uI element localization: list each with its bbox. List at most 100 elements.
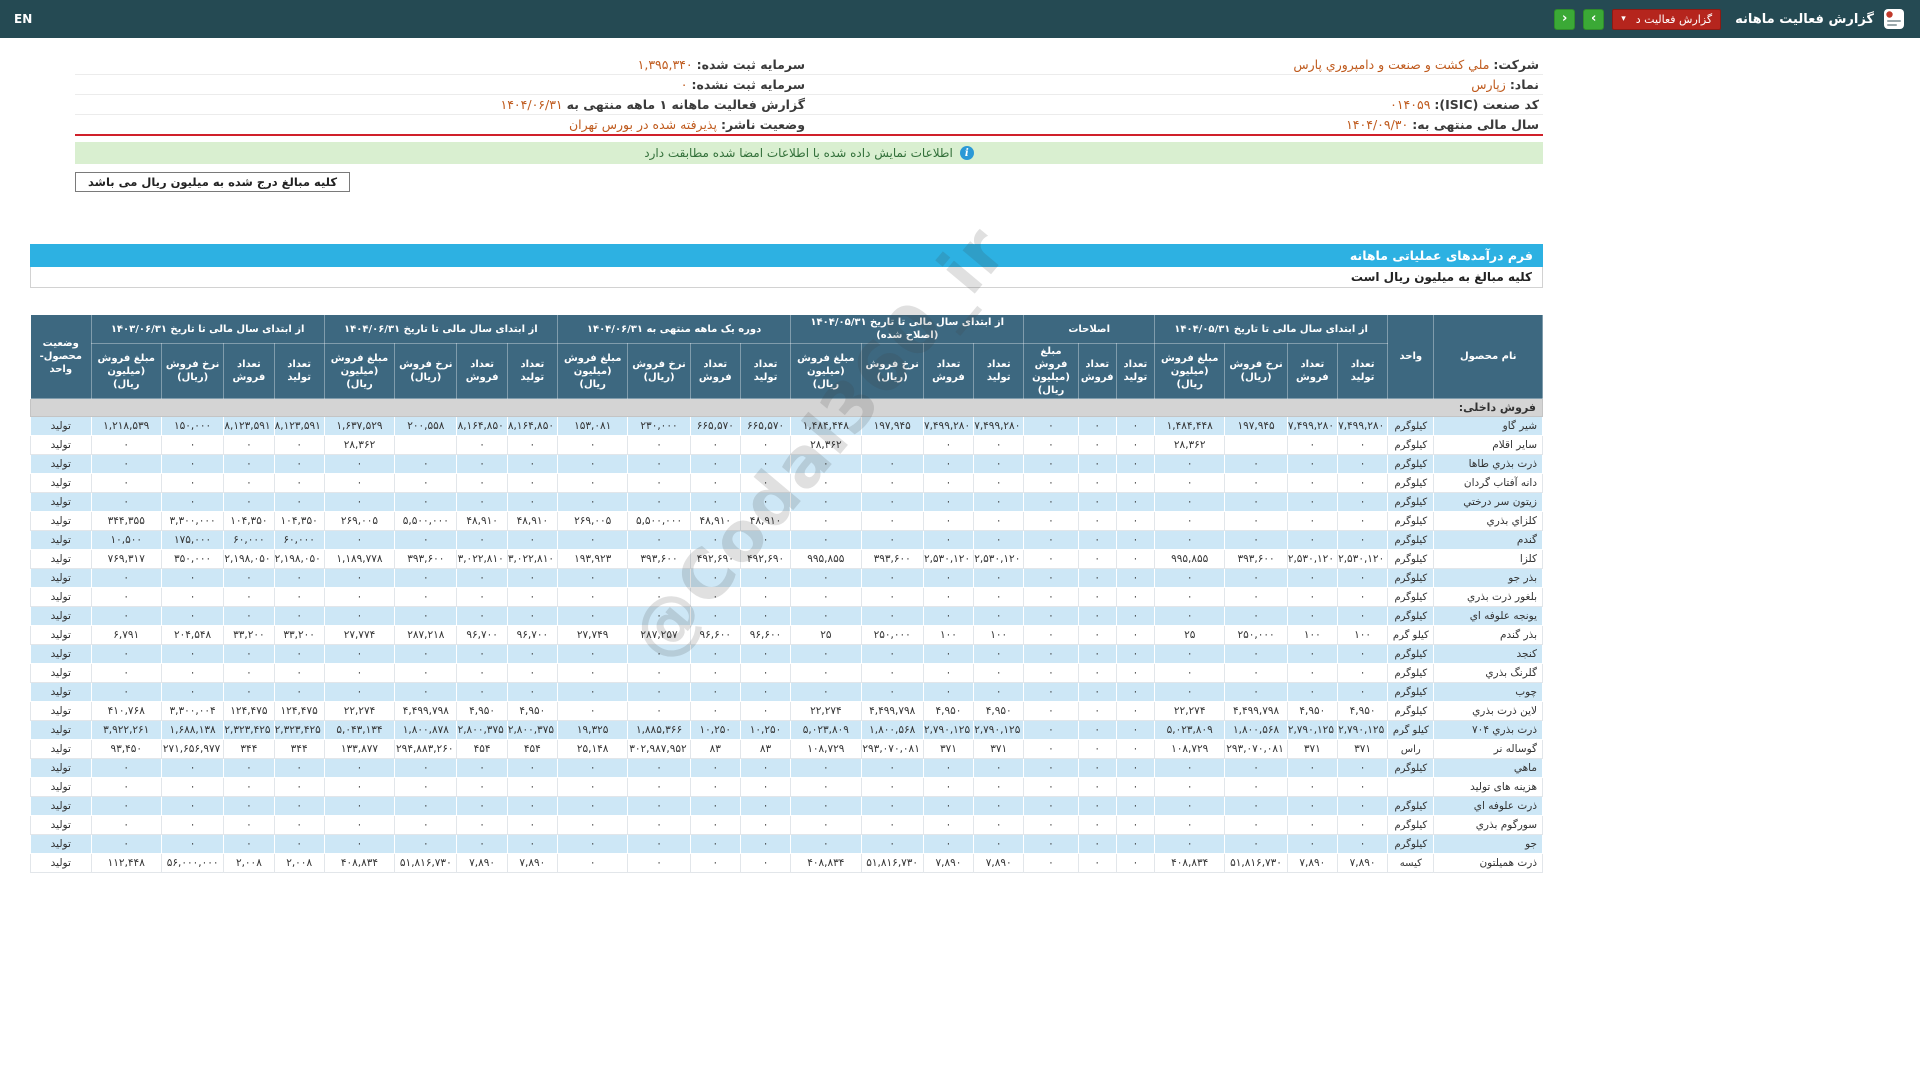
product-status-cell: تولید — [31, 702, 92, 721]
product-status-cell: تولید — [31, 493, 92, 512]
value-cell: ۰ — [1024, 797, 1078, 816]
company-info-row: کد صنعت (ISIC): ۰۱۴۰۵۹ گزارش فعالیت ماها… — [75, 95, 1543, 115]
value-cell: ۰ — [791, 607, 861, 626]
product-name-cell: دانه آفتاب گردان — [1434, 474, 1543, 493]
product-unit-cell: کیلوگرم — [1388, 531, 1434, 550]
info-value: ملي کشت و صنعت و دامپروري پارس — [1293, 57, 1489, 72]
value-cell: ۰ — [791, 455, 861, 474]
value-cell: ۰ — [1024, 683, 1078, 702]
value-cell: ۰ — [1078, 702, 1116, 721]
value-cell: ۰ — [507, 455, 557, 474]
value-cell: ۷,۸۹۰ — [457, 854, 507, 873]
value-cell: ۰ — [974, 778, 1024, 797]
section-row: فروش داخلی: — [31, 399, 1543, 417]
company-info-row: شرکت: ملي کشت و صنعت و دامپروري پارس سرم… — [75, 55, 1543, 75]
value-cell: ۰ — [1155, 778, 1225, 797]
info-label: نماد: — [1510, 77, 1539, 92]
table-row: ذرت بذري ۷۰۴کیلو گرم۲,۷۹۰,۱۲۵۲,۷۹۰,۱۲۵۱,… — [31, 721, 1543, 740]
value-cell: ۰ — [274, 683, 324, 702]
value-cell: ۰ — [1287, 493, 1337, 512]
chevron-right-icon: › — [1591, 11, 1596, 26]
value-cell: ۰ — [1225, 512, 1287, 531]
next-report-button[interactable]: › — [1583, 9, 1604, 30]
value-cell: ۴۰۸,۸۳۴ — [1155, 854, 1225, 873]
value-cell: ۰ — [740, 474, 790, 493]
value-cell: ۰ — [457, 816, 507, 835]
value-cell: ۰ — [740, 645, 790, 664]
product-column-header: نام محصول — [1434, 315, 1543, 399]
value-cell: ۰ — [628, 645, 690, 664]
value-cell: ۰ — [1155, 455, 1225, 474]
value-cell: ۰ — [395, 588, 457, 607]
info-value: ۰۱۴۰۵۹ — [1390, 97, 1430, 112]
value-cell: ۰ — [740, 664, 790, 683]
value-cell: ۲,۰۰۸ — [274, 854, 324, 873]
value-cell: ۰ — [1287, 607, 1337, 626]
sub-column-header: نرخ فروش (ریال) — [161, 344, 223, 399]
value-cell: ۰ — [274, 607, 324, 626]
period-group-header: از ابتدای سال مالی تا تاریخ ۱۴۰۴/۰۵/۳۱ — [1155, 315, 1388, 344]
value-cell: ۳۹۳,۶۰۰ — [1225, 550, 1287, 569]
value-cell: ۰ — [395, 778, 457, 797]
value-cell: ۰ — [690, 816, 740, 835]
value-cell: ۰ — [1287, 512, 1337, 531]
value-cell: ۰ — [791, 493, 861, 512]
table-row: ذرت همیلتونکیسه۷,۸۹۰۷,۸۹۰۵۱,۸۱۶,۷۳۰۴۰۸,۸… — [31, 854, 1543, 873]
value-cell: ۳۳,۲۰۰ — [274, 626, 324, 645]
value-cell: ۰ — [740, 778, 790, 797]
language-toggle-en[interactable]: EN — [14, 12, 32, 26]
value-cell: ۰ — [690, 588, 740, 607]
value-cell: ۱۲۴,۴۷۵ — [224, 702, 274, 721]
value-cell: ۰ — [224, 436, 274, 455]
value-cell: ۳,۳۰۰,۰۰۴ — [161, 702, 223, 721]
info-value: پذيرفته شده در بورس تهران — [569, 117, 717, 132]
value-cell: ۰ — [324, 759, 394, 778]
sub-column-header: تعداد فروش — [224, 344, 274, 399]
value-cell: ۰ — [791, 835, 861, 854]
value-cell: ۰ — [861, 531, 923, 550]
period-group-header: از ابتدای سال مالی تا تاریخ ۱۴۰۴/۰۶/۳۱ — [324, 315, 557, 344]
value-cell: ۰ — [274, 797, 324, 816]
value-cell: ۰ — [1225, 778, 1287, 797]
value-cell: ۲,۵۳۰,۱۲۰ — [1287, 550, 1337, 569]
value-cell: ۰ — [740, 569, 790, 588]
value-cell: ۰ — [557, 455, 627, 474]
value-cell: ۰ — [395, 569, 457, 588]
value-cell: ۰ — [791, 474, 861, 493]
product-name-cell: ماهي — [1434, 759, 1543, 778]
value-cell: ۰ — [161, 569, 223, 588]
product-name-cell: کلزاي بذري — [1434, 512, 1543, 531]
value-cell: ۱۰۰ — [974, 626, 1024, 645]
value-cell: ۰ — [1287, 683, 1337, 702]
value-cell: ۰ — [690, 607, 740, 626]
report-type-dropdown[interactable]: گزارش فعالیت د ▾ — [1612, 9, 1721, 30]
value-cell: ۰ — [740, 683, 790, 702]
value-cell: ۰ — [628, 664, 690, 683]
product-unit-cell: کیلوگرم — [1388, 512, 1434, 531]
value-cell: ۰ — [923, 664, 973, 683]
value-cell: ۰ — [224, 778, 274, 797]
value-cell: ۲۰۰,۵۵۸ — [395, 417, 457, 436]
value-cell: ۰ — [91, 664, 161, 683]
section-label: فروش داخلی: — [31, 399, 1543, 417]
value-cell: ۰ — [1078, 778, 1116, 797]
value-cell: ۳۰۲,۹۸۷,۹۵۲ — [628, 740, 690, 759]
value-cell: ۰ — [1116, 854, 1154, 873]
product-name-cell: گوساله نر — [1434, 740, 1543, 759]
value-cell: ۰ — [690, 702, 740, 721]
value-cell: ۲۰۴,۵۴۸ — [161, 626, 223, 645]
info-label: گزارش فعالیت ماهانه ۱ ماهه منتهی به — [567, 97, 805, 112]
product-name-cell: کلزا — [1434, 550, 1543, 569]
value-cell: ۰ — [740, 797, 790, 816]
value-cell: ۰ — [861, 759, 923, 778]
value-cell: ۰ — [628, 797, 690, 816]
previous-report-button[interactable]: ‹ — [1554, 9, 1575, 30]
product-name-cell: ذرت علوفه اي — [1434, 797, 1543, 816]
value-cell: ۰ — [91, 683, 161, 702]
value-cell: ۱۲۴,۴۷۵ — [274, 702, 324, 721]
product-name-cell: چوب — [1434, 683, 1543, 702]
value-cell: ۰ — [1155, 531, 1225, 550]
value-cell: ۰ — [1337, 531, 1387, 550]
product-unit-cell: کیلوگرم — [1388, 664, 1434, 683]
value-cell: ۰ — [1078, 493, 1116, 512]
